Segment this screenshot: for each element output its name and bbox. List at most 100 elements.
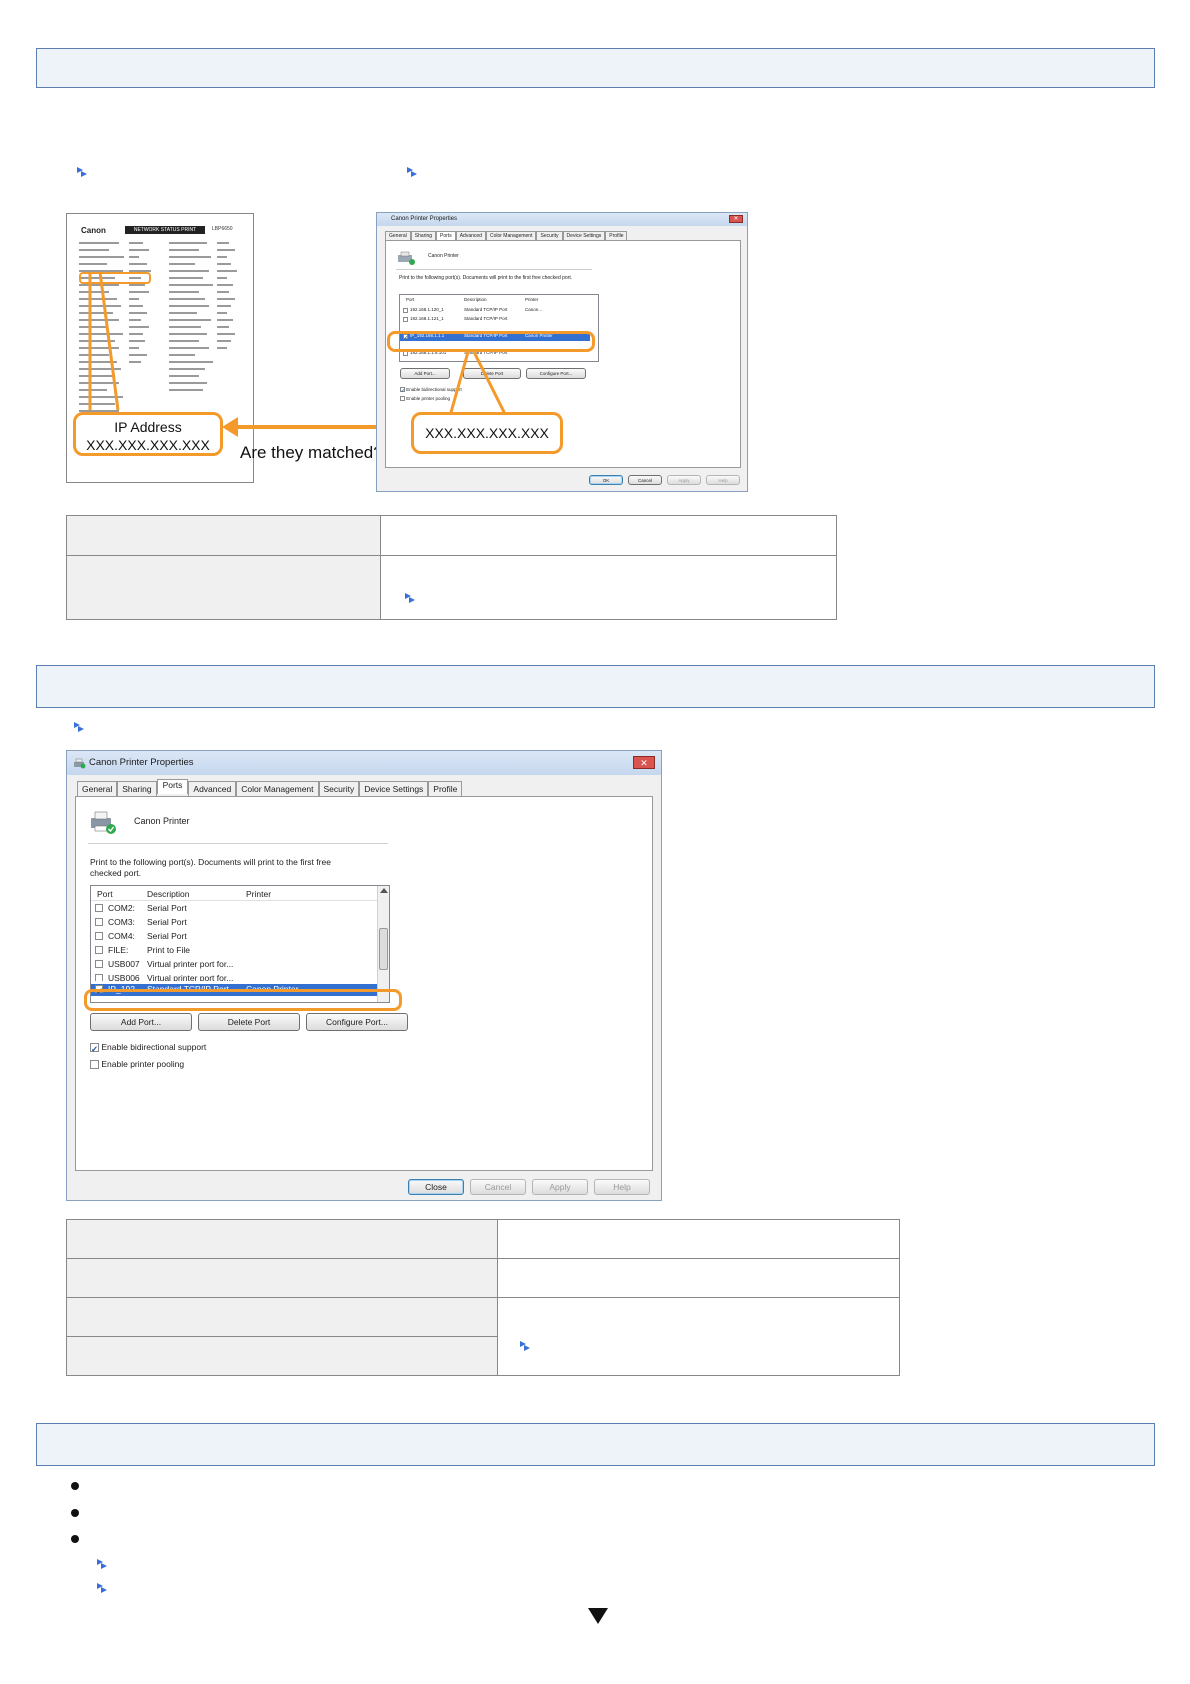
down-triangle-icon[interactable] bbox=[588, 1608, 608, 1624]
selected-port-highlight bbox=[84, 989, 402, 1011]
link-arrow-icon[interactable] bbox=[403, 591, 417, 605]
small-row-highlight bbox=[387, 331, 595, 352]
small-apply-button[interactable]: Apply bbox=[667, 475, 701, 485]
tab-ports[interactable]: Ports bbox=[436, 231, 456, 240]
ip-address-value: XXX.XXX.XXX.XXX bbox=[86, 437, 210, 453]
port-row[interactable]: USB007 Virtual printer port for... bbox=[91, 959, 377, 972]
table-cell bbox=[497, 1219, 900, 1259]
small-dialog-tabs: General Sharing Ports Advanced Color Man… bbox=[385, 231, 628, 240]
help-button[interactable]: Help bbox=[594, 1179, 650, 1195]
link-arrow-icon[interactable] bbox=[95, 1581, 109, 1595]
table-cell bbox=[66, 1219, 498, 1259]
row-checkbox[interactable] bbox=[403, 317, 408, 322]
ip-address-label: IP Address bbox=[114, 419, 182, 435]
tab-sharing[interactable]: Sharing bbox=[410, 231, 437, 240]
close-icon[interactable]: ✕ bbox=[729, 215, 743, 223]
port-row[interactable]: FILE: Print to File bbox=[91, 945, 377, 958]
small-list-row[interactable]: 192.168.1.121_1 Standard TCP/IP Port bbox=[400, 316, 590, 324]
add-port-button[interactable]: Add Port... bbox=[90, 1013, 192, 1031]
tab-profile[interactable]: Profile bbox=[428, 781, 463, 796]
tab-advanced[interactable]: Advanced bbox=[455, 231, 486, 240]
tab-color-management[interactable]: Color Management bbox=[485, 231, 537, 240]
tab-profile[interactable]: Profile bbox=[605, 231, 628, 240]
row-checkbox[interactable] bbox=[95, 946, 103, 954]
table-row bbox=[66, 515, 837, 556]
table-2 bbox=[66, 1219, 900, 1376]
row-checkbox[interactable] bbox=[403, 308, 408, 313]
pooling-checkbox[interactable] bbox=[400, 396, 405, 402]
dialog-tabs: General Sharing Ports Advanced Color Man… bbox=[77, 779, 463, 796]
match-question: Are they matched? bbox=[240, 443, 383, 462]
tab-ports[interactable]: Ports bbox=[156, 779, 189, 794]
apply-button[interactable]: Apply bbox=[532, 1179, 588, 1195]
close-button[interactable]: Close bbox=[408, 1179, 464, 1195]
column-description[interactable]: Description bbox=[147, 889, 190, 899]
section-header-3 bbox=[36, 1423, 1155, 1466]
connector-lines-right bbox=[448, 352, 508, 417]
tab-security[interactable]: Security bbox=[318, 781, 360, 796]
tab-sharing[interactable]: Sharing bbox=[117, 781, 157, 796]
table-cell bbox=[497, 1297, 900, 1376]
tab-color-management[interactable]: Color Management bbox=[236, 781, 319, 796]
config-brand: Canon bbox=[81, 226, 106, 235]
connector-lines-left bbox=[88, 271, 120, 411]
close-icon[interactable]: ✕ bbox=[633, 756, 655, 769]
column-printer[interactable]: Printer bbox=[246, 889, 271, 899]
configure-port-button[interactable]: Configure Port... bbox=[306, 1013, 408, 1031]
link-arrow-icon[interactable] bbox=[75, 165, 89, 179]
small-dialog-title-bar: Canon Printer Properties bbox=[377, 213, 747, 226]
cancel-button[interactable]: Cancel bbox=[470, 1179, 526, 1195]
port-row[interactable]: COM4: Serial Port bbox=[91, 931, 377, 944]
bidirectional-checkbox[interactable] bbox=[90, 1043, 99, 1055]
tab-device-settings[interactable]: Device Settings bbox=[562, 231, 606, 240]
link-arrow-icon[interactable] bbox=[405, 165, 419, 179]
column-port[interactable]: Port bbox=[97, 889, 113, 899]
printer-icon bbox=[398, 251, 415, 265]
pooling-option[interactable]: Enable printer pooling bbox=[90, 1059, 184, 1070]
small-list-row[interactable]: 192.168.1.120_1 Standard TCP/IP Port Can… bbox=[400, 307, 590, 315]
port-list-scrollbar[interactable] bbox=[377, 886, 389, 1002]
link-arrow-icon[interactable] bbox=[518, 1339, 532, 1353]
tab-device-settings[interactable]: Device Settings bbox=[359, 781, 429, 796]
port-list-header: Port Description Printer bbox=[91, 889, 377, 901]
printer-icon bbox=[91, 811, 116, 834]
row-checkbox[interactable] bbox=[95, 960, 103, 968]
port-list[interactable]: Port Description Printer COM2: Serial Po… bbox=[90, 885, 390, 1003]
scroll-thumb[interactable] bbox=[379, 928, 388, 970]
bidirectional-option[interactable]: Enable bidirectional support bbox=[90, 1042, 206, 1055]
delete-port-button[interactable]: Delete Port bbox=[198, 1013, 300, 1031]
bullet-point bbox=[71, 1482, 79, 1490]
link-arrow-icon[interactable] bbox=[95, 1557, 109, 1571]
port-row[interactable]: COM2: Serial Port bbox=[91, 903, 377, 916]
small-configure-port-button[interactable]: Configure Port... bbox=[526, 368, 586, 379]
printer-properties-dialog: Canon Printer Properties ✕ General Shari… bbox=[66, 750, 662, 1201]
row-checkbox[interactable] bbox=[95, 974, 103, 981]
config-text-col-4 bbox=[217, 242, 247, 354]
small-cancel-button[interactable]: Cancel bbox=[628, 475, 662, 485]
small-ok-button[interactable]: OK bbox=[589, 475, 623, 485]
small-help-button[interactable]: Help bbox=[706, 475, 740, 485]
row-checkbox[interactable] bbox=[95, 932, 103, 940]
small-printer-name: Canon Printer bbox=[428, 253, 459, 259]
scroll-up-arrow[interactable] bbox=[380, 888, 388, 893]
bullet-point bbox=[71, 1509, 79, 1517]
link-arrow-icon[interactable] bbox=[72, 720, 86, 734]
row-checkbox[interactable] bbox=[95, 918, 103, 926]
config-header: NETWORK STATUS PRINT bbox=[125, 226, 205, 234]
config-model: LBP6650 bbox=[212, 226, 233, 232]
tab-security[interactable]: Security bbox=[536, 231, 563, 240]
tab-general[interactable]: General bbox=[77, 781, 118, 796]
small-instruction: Print to the following port(s). Document… bbox=[399, 275, 573, 281]
port-row[interactable]: COM3: Serial Port bbox=[91, 917, 377, 930]
config-text-col-3 bbox=[169, 242, 219, 396]
pooling-checkbox[interactable] bbox=[90, 1060, 99, 1070]
tab-general[interactable]: General bbox=[385, 231, 411, 240]
row-checkbox[interactable] bbox=[95, 904, 103, 912]
title-printer-icon bbox=[74, 758, 86, 769]
bidirectional-checkbox[interactable] bbox=[400, 387, 405, 394]
port-row[interactable]: USB006 Virtual printer port for... bbox=[91, 973, 377, 981]
tab-advanced[interactable]: Advanced bbox=[188, 781, 237, 796]
printer-name: Canon Printer bbox=[134, 816, 190, 826]
header-divider bbox=[88, 843, 388, 844]
section-header-2 bbox=[36, 665, 1155, 708]
